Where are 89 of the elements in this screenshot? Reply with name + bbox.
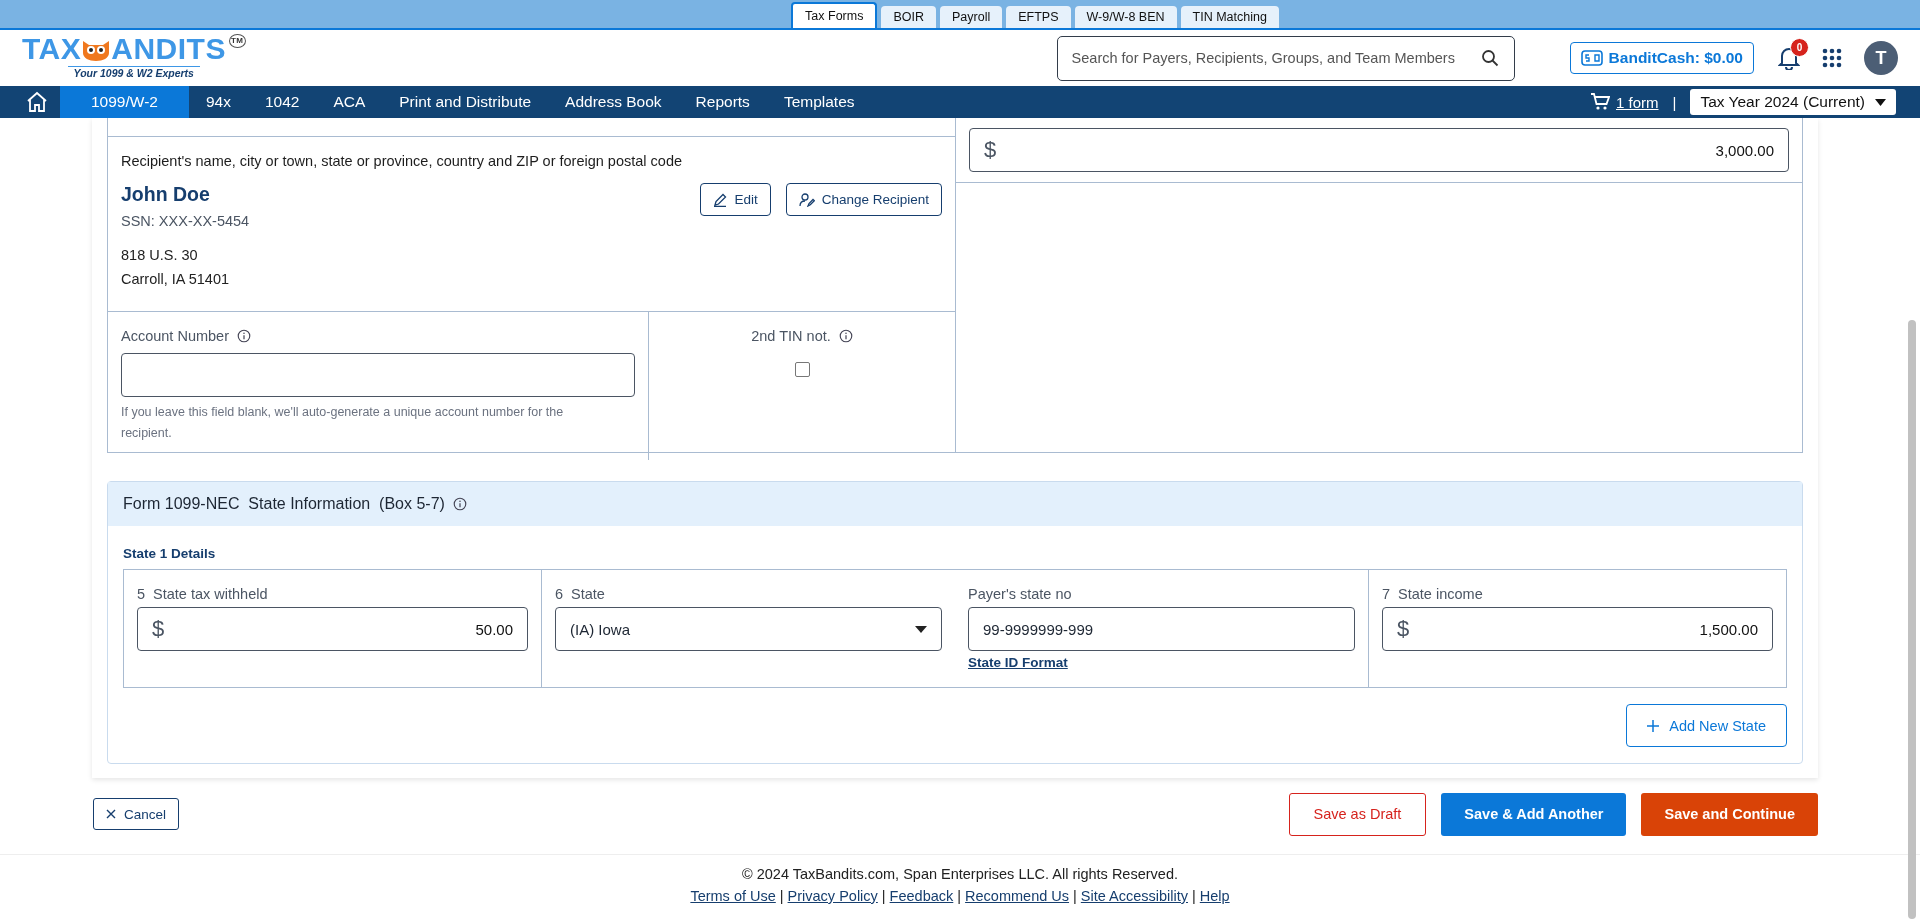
amount-field[interactable]: $ 3,000.00 [969, 128, 1789, 172]
state-id-format-link[interactable]: State ID Format [968, 655, 1068, 670]
bandit-cash-button[interactable]: BanditCash: $0.00 [1569, 42, 1754, 74]
field-label: 2nd TIN not. [751, 328, 831, 344]
logo-text: ANDITS [111, 33, 226, 64]
change-recipient-button[interactable]: Change Recipient [785, 183, 942, 216]
cancel-button[interactable]: Cancel [93, 798, 180, 830]
caret-icon [1875, 98, 1886, 106]
caret-icon [915, 625, 927, 633]
product-tab[interactable]: Payroll [940, 6, 1003, 28]
field-label: State tax withheld [153, 586, 268, 602]
footer-link[interactable]: Site Accessibility [1080, 885, 1188, 907]
field-label: State income [1398, 586, 1483, 602]
separator: | [779, 887, 784, 906]
field-label: Account Number [121, 328, 229, 344]
box-number: 6 [555, 586, 564, 602]
nav-tab[interactable]: Print and Distribute [382, 86, 549, 118]
currency-symbol: $ [1397, 616, 1410, 642]
pencil-icon [713, 192, 728, 207]
field-hint: If you leave this field blank, we'll auto-generate a unique account number for the recipient. [121, 404, 565, 442]
logo-text: TAX [22, 33, 82, 64]
footer-link[interactable]: Recommend Us [965, 885, 1070, 907]
amount-field[interactable]: $ 50.00 [137, 607, 528, 651]
info-icon[interactable] [838, 329, 853, 343]
app-grid-icon[interactable] [1822, 48, 1842, 68]
separator: | [1073, 887, 1077, 906]
recipient-name: John Doe [121, 183, 211, 206]
cart-icon[interactable] [1590, 93, 1610, 111]
add-state-button[interactable]: Add New State [1626, 704, 1787, 747]
nav-tab[interactable]: ACA [316, 86, 383, 118]
footer-link[interactable]: Terms of Use [690, 885, 776, 907]
box-number: 5 [137, 586, 146, 602]
scrollbar-thumb[interactable] [1908, 320, 1916, 919]
user-avatar[interactable]: T [1864, 41, 1898, 75]
copyright-text: © 2024 TaxBandits.com, Span Enterprises LLC. All rights Reserved. [741, 865, 1179, 884]
product-tab[interactable]: BOIR [881, 6, 936, 28]
footer-link[interactable]: Help [1199, 885, 1230, 907]
nav-tab[interactable]: 94x [188, 86, 248, 118]
nav-tab[interactable]: Templates [766, 86, 872, 118]
save-continue-button[interactable]: Save and Continue [1641, 792, 1818, 836]
product-tab[interactable]: TIN Matching [1180, 6, 1279, 28]
info-icon[interactable] [452, 497, 467, 511]
product-tab[interactable]: EFTPS [1006, 6, 1071, 28]
field-label: Payer's state no [968, 586, 1072, 602]
home-icon[interactable] [26, 91, 48, 113]
search-field[interactable]: Search for Payers, Recipients, Groups, and Team Members [1056, 35, 1515, 81]
address-line: 818 U.S. 30 [121, 246, 199, 265]
nav-tab[interactable]: 1099/W-2 [60, 86, 189, 118]
amount-value: 50.00 [474, 620, 513, 638]
footer-link[interactable]: Feedback [889, 885, 954, 907]
currency-symbol: $ [152, 616, 165, 642]
logo-tagline: Your 1099 & W2 Experts [67, 65, 200, 79]
state-dropdown[interactable]: (IA) Iowa [555, 607, 942, 651]
currency-symbol: $ [984, 137, 997, 163]
separator: | [881, 887, 886, 906]
section-heading: Recipient's name, city or town, state or province, country and ZIP or foreign postal code [121, 153, 684, 169]
wallet-icon [1580, 49, 1603, 67]
separator: | [1672, 93, 1677, 111]
amount-value: 3,000.00 [1714, 141, 1774, 159]
subsection-title: State 1 Details [123, 546, 217, 561]
nav-tab[interactable]: Address Book [548, 86, 679, 118]
product-tab[interactable]: Tax Forms [791, 2, 878, 28]
edit-button[interactable]: Edit [700, 183, 771, 216]
save-add-another-button[interactable]: Save & Add Another [1441, 792, 1627, 836]
notification-badge: 0 [1790, 38, 1809, 57]
recipient-ssn: SSN: XXX-XX-5454 [121, 213, 251, 229]
close-icon [106, 809, 116, 819]
product-tab[interactable]: W-9/W-8 BEN [1074, 6, 1177, 28]
amount-field[interactable]: $ 1,500.00 [1382, 607, 1773, 651]
save-draft-button[interactable]: Save as Draft [1288, 792, 1427, 836]
cart-link[interactable]: 1 form [1616, 93, 1659, 111]
tax-year-dropdown[interactable]: Tax Year 2024 (Current) [1690, 89, 1896, 115]
plus-icon [1647, 719, 1660, 732]
state-number-field[interactable]: 99-9999999-999 [968, 607, 1355, 651]
footer-link[interactable]: Privacy Policy [787, 885, 878, 907]
field-label: State [571, 586, 605, 602]
separator: | [957, 887, 962, 906]
nav-tab[interactable]: 1042 [247, 86, 317, 118]
amount-value: 1,500.00 [1698, 620, 1758, 638]
user-edit-icon [798, 192, 815, 207]
account-number-field[interactable] [121, 353, 635, 397]
box-number: 7 [1382, 586, 1391, 602]
nav-tab[interactable]: Reports [678, 86, 767, 118]
info-icon[interactable] [237, 329, 251, 343]
separator: | [1192, 887, 1196, 906]
section-title: Form 1099-NEC State Information (Box 5-7) [123, 495, 445, 513]
checkbox[interactable] [794, 362, 810, 377]
address-line: Carroll, IA 51401 [121, 270, 230, 289]
search-icon[interactable] [1480, 48, 1499, 67]
